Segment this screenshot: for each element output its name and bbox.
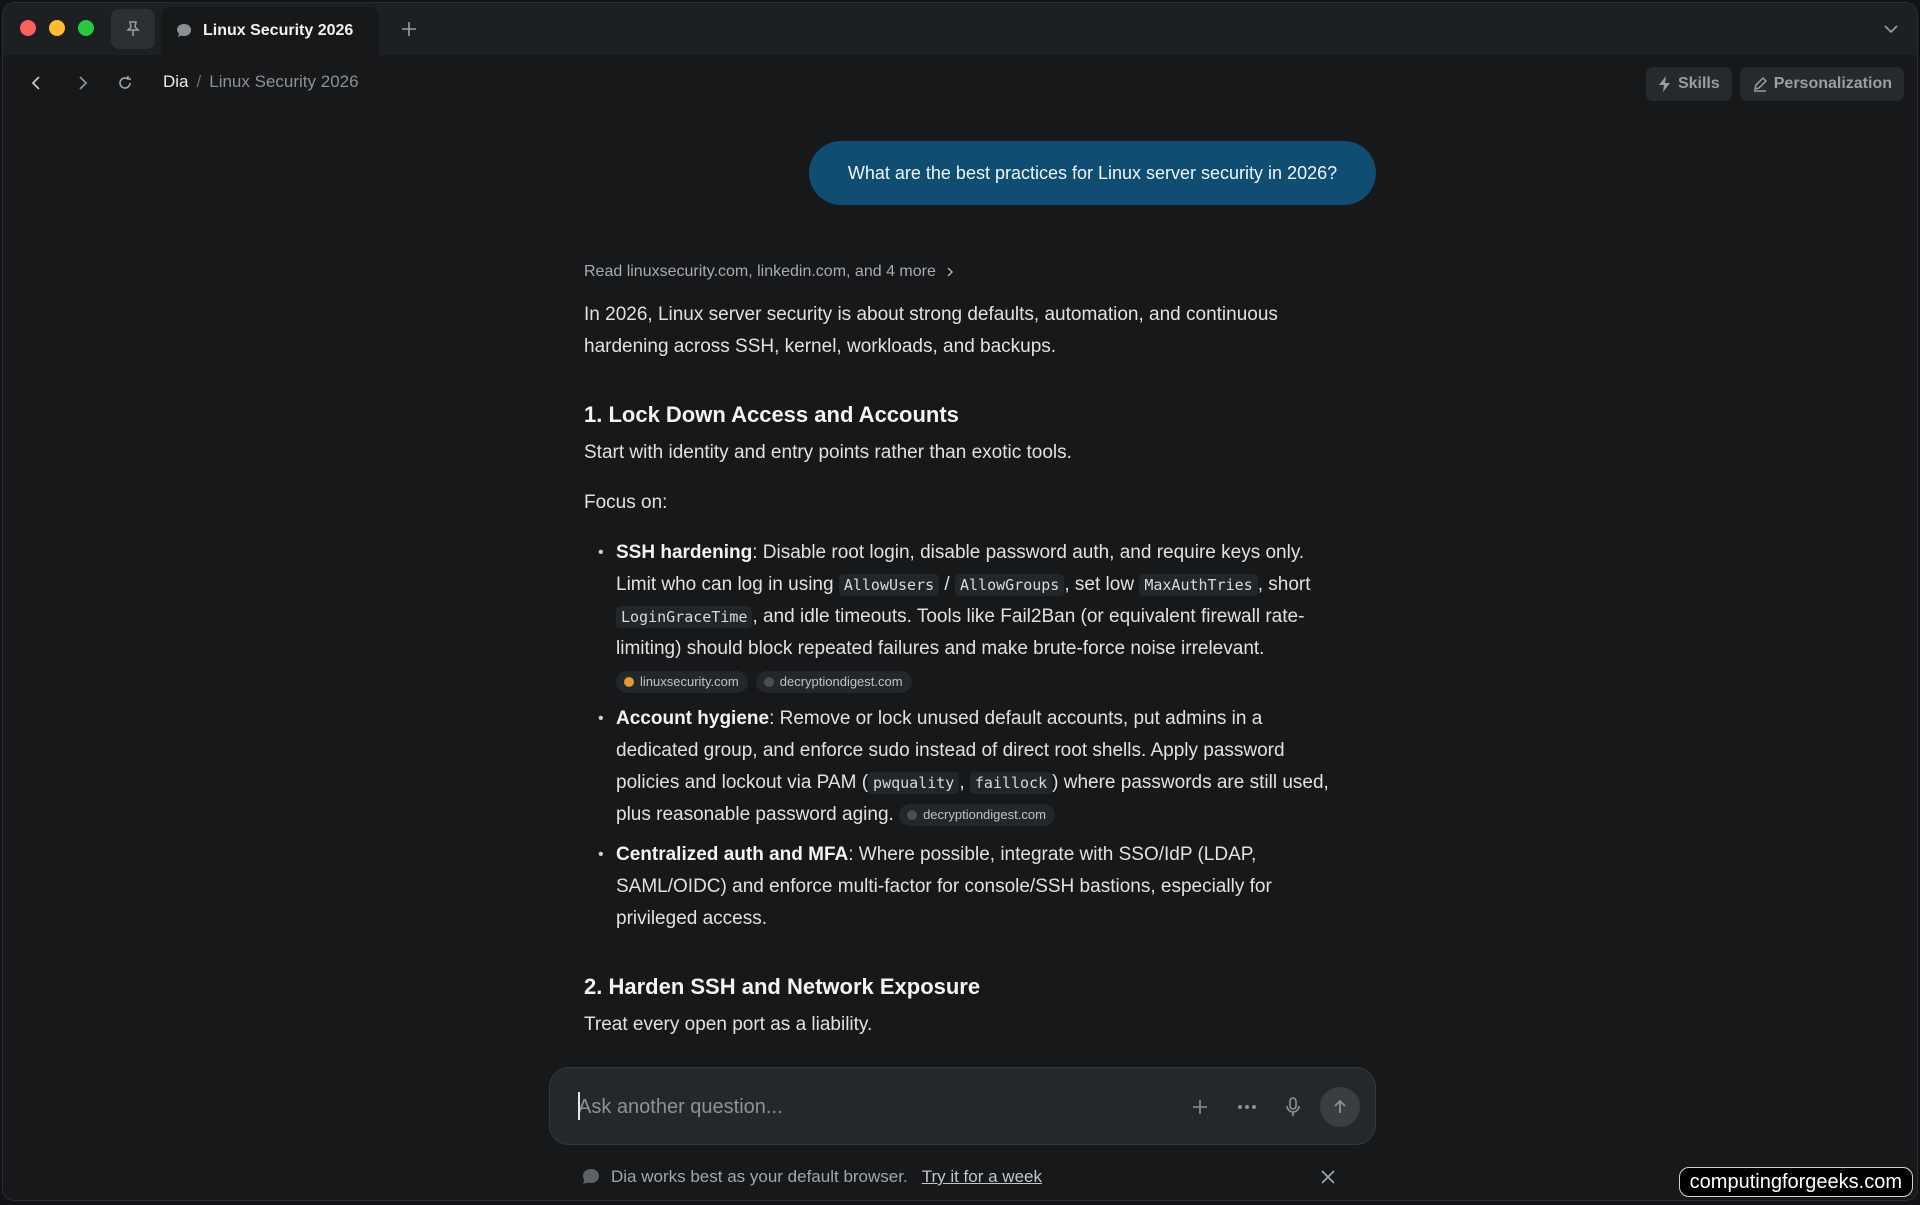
citation-chips: linuxsecurity.com decryptiondigest.com <box>616 669 1344 695</box>
chat-content: What are the best practices for Linux se… <box>3 111 1917 1200</box>
minimize-window-button[interactable] <box>49 20 65 36</box>
plus-icon <box>1193 1100 1207 1114</box>
bullet-term: Account hygiene <box>616 708 770 729</box>
bullet-text: , <box>959 772 970 793</box>
skills-label: Skills <box>1677 75 1720 92</box>
inline-code: AllowUsers <box>838 574 940 596</box>
breadcrumb-current: Linux Security 2026 <box>209 72 359 91</box>
answer-intro: In 2026, Linux server security is about … <box>584 304 1278 357</box>
favicon-icon <box>763 677 774 687</box>
citation-label: decryptiondigest.com <box>923 806 1046 822</box>
list-item-ssh-hardening: SSH hardening: Disable root login, disab… <box>598 537 1344 695</box>
focus-list: SSH hardening: Disable root login, disab… <box>584 537 1344 935</box>
watermark: computingforgeeks.com <box>1678 1167 1913 1197</box>
bullet-text: , short <box>1257 574 1311 595</box>
citation-chip[interactable]: linuxsecurity.com <box>616 671 748 693</box>
inline-code: pwquality <box>868 772 960 794</box>
citation-chip[interactable]: decryptiondigest.com <box>899 803 1055 826</box>
sources-toggle[interactable]: Read linuxsecurity.com, linkedin.com, an… <box>584 257 1344 287</box>
back-button[interactable] <box>23 69 51 97</box>
navigation-bar: Dia / Linux Security 2026 Skills Persona… <box>3 55 1917 111</box>
bullet-term: Centralized auth and MFA <box>616 844 849 865</box>
tab-bar: Linux Security 2026 <box>3 3 1917 55</box>
try-it-link[interactable]: Try it for a week <box>922 1167 1042 1187</box>
chevron-left-icon <box>31 76 40 90</box>
plus-icon <box>402 22 416 36</box>
maximize-window-button[interactable] <box>78 20 94 36</box>
user-message-bubble: What are the best practices for Linux se… <box>809 141 1376 205</box>
composer <box>549 1067 1376 1145</box>
inline-code: MaxAuthTries <box>1139 574 1258 596</box>
section-1-lead: Start with identity and entry points rat… <box>584 442 1072 463</box>
favicon-icon <box>624 677 634 687</box>
bullet-text: , set low <box>1064 574 1140 595</box>
default-browser-banner: Dia works best as your default browser. … <box>581 1162 1339 1192</box>
section-1-focus: Focus on: <box>584 492 668 513</box>
banner-close-button[interactable] <box>1317 1166 1339 1188</box>
chat-bubble-icon <box>583 1169 599 1184</box>
personalization-button[interactable]: Personalization <box>1739 67 1904 101</box>
list-item-centralized-auth: Centralized auth and MFA: Where possible… <box>598 839 1344 935</box>
toolbar-right: Skills Personalization <box>1645 67 1904 101</box>
new-tab-button[interactable] <box>395 15 423 43</box>
browser-window: Linux Security 2026 Dia / Linux Security… <box>2 2 1918 1201</box>
personalization-label: Personalization <box>1773 75 1892 92</box>
close-icon <box>1321 1170 1335 1184</box>
chevron-down-icon <box>1884 25 1898 34</box>
send-button[interactable] <box>1320 1087 1360 1127</box>
skills-button[interactable]: Skills <box>1645 67 1732 101</box>
assistant-answer: Read linuxsecurity.com, linkedin.com, an… <box>584 257 1344 1041</box>
bullet-term: SSH hardening <box>616 542 753 563</box>
inline-code: AllowGroups <box>955 574 1065 596</box>
bullet-text: / <box>939 574 955 595</box>
pin-icon <box>126 21 140 36</box>
section-heading-2: 2. Harden SSH and Network Exposure <box>584 974 981 999</box>
breadcrumb: Dia / Linux Security 2026 <box>163 72 359 92</box>
pen-icon <box>1753 76 1767 92</box>
ellipsis-icon <box>1238 1105 1256 1109</box>
section-2-lead: Treat every open port as a liability. <box>584 1014 873 1035</box>
pin-button[interactable] <box>111 9 155 49</box>
question-input[interactable] <box>578 1090 1178 1124</box>
citation-label: decryptiondigest.com <box>779 674 903 689</box>
section-heading-1: 1. Lock Down Access and Accounts <box>584 402 959 427</box>
arrow-up-icon <box>1334 1099 1346 1113</box>
citation-chip[interactable]: decryptiondigest.com <box>755 671 912 693</box>
lightning-icon <box>1658 76 1670 92</box>
chat-bubble-icon <box>177 24 191 37</box>
favicon-icon <box>907 809 918 820</box>
forward-button[interactable] <box>68 69 96 97</box>
more-options-button[interactable] <box>1230 1090 1264 1124</box>
close-window-button[interactable] <box>20 20 36 36</box>
tabs-dropdown-button[interactable] <box>1879 17 1903 41</box>
reload-icon <box>119 76 131 89</box>
microphone-icon <box>1286 1097 1300 1116</box>
sources-text: Read linuxsecurity.com, linkedin.com, an… <box>584 263 936 280</box>
breadcrumb-separator: / <box>196 72 202 91</box>
text-caret <box>578 1092 580 1120</box>
list-item-account-hygiene: Account hygiene: Remove or lock unused d… <box>598 703 1344 831</box>
inline-code: faillock <box>969 772 1053 794</box>
chevron-right-icon <box>947 267 953 277</box>
citation-label: linuxsecurity.com <box>640 674 739 689</box>
tab-active[interactable]: Linux Security 2026 <box>161 7 379 55</box>
chevron-right-icon <box>79 76 88 90</box>
tab-title: Linux Security 2026 <box>203 22 354 39</box>
reload-button[interactable] <box>111 69 139 97</box>
attach-button[interactable] <box>1183 1090 1217 1124</box>
banner-text: Dia works best as your default browser. <box>611 1167 908 1186</box>
breadcrumb-home[interactable]: Dia <box>163 72 189 92</box>
inline-code: LoginGraceTime <box>616 606 753 628</box>
microphone-button[interactable] <box>1276 1090 1310 1124</box>
